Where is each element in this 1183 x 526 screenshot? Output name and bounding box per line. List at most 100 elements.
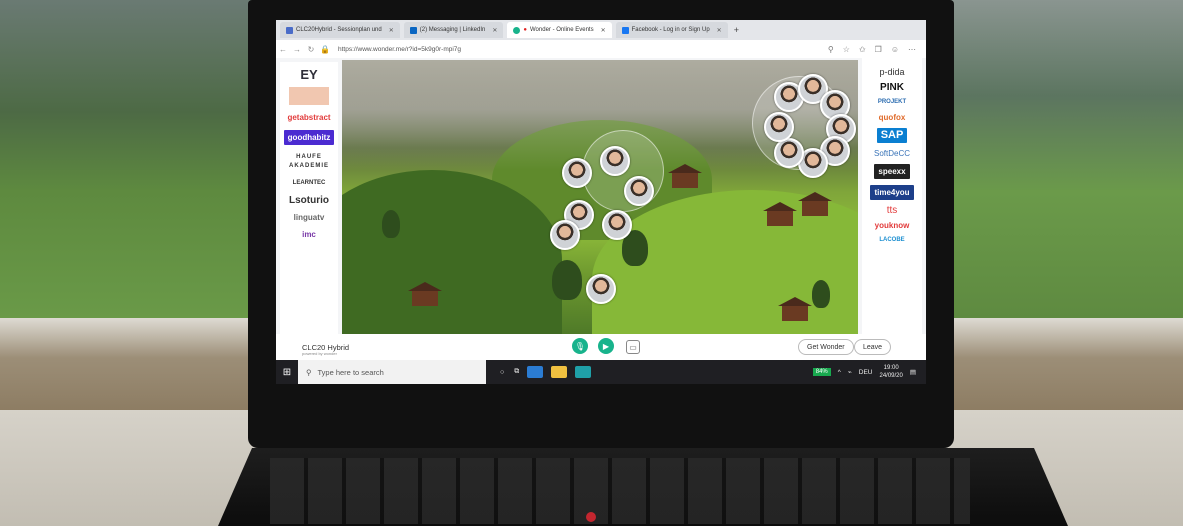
sponsor-logo[interactable]: tts [887, 206, 898, 216]
facebook-icon [621, 26, 629, 34]
avatar[interactable] [764, 112, 794, 142]
new-tab-button[interactable]: + [734, 25, 739, 35]
laptop-screen: CLC20Hybrid - Sessionplan und ✕ (2) Messa… [276, 20, 926, 384]
file-explorer-icon[interactable] [551, 366, 568, 378]
avatar[interactable] [774, 138, 804, 168]
sponsor-logo[interactable]: linguatv [294, 213, 325, 222]
windows-start-icon[interactable]: ⊞ [276, 367, 298, 378]
tab-label: CLC20Hybrid - Sessionplan und [296, 27, 382, 33]
sponsor-logo[interactable]: LACOBE [879, 236, 904, 245]
sponsor-logo[interactable]: Lsoturio [289, 196, 329, 206]
sponsor-logo[interactable]: getabstract [287, 113, 330, 122]
clock-time: 19:00 [883, 365, 899, 371]
house [763, 202, 797, 226]
tree [382, 210, 400, 238]
linkedin-icon [409, 26, 417, 34]
event-map[interactable] [342, 60, 858, 334]
sponsor-logo[interactable]: goodhabitz [283, 130, 335, 145]
doc-icon [286, 26, 293, 34]
sponsor-logo[interactable]: EY [300, 68, 317, 81]
url-field[interactable]: https://www.wonder.me/r?id=5k9g0r-mpi7g [338, 46, 461, 53]
language-indicator[interactable]: DEU [859, 369, 873, 376]
wonder-icon [513, 26, 521, 34]
sponsor-logo[interactable]: imc [302, 230, 316, 239]
avatar[interactable] [624, 176, 654, 206]
tab-label: Wonder - Online Events [530, 27, 594, 33]
close-icon[interactable]: ✕ [492, 27, 497, 34]
forward-icon[interactable]: → [290, 45, 304, 54]
sponsor-logo[interactable]: youknow [875, 221, 910, 230]
avatar[interactable] [600, 146, 630, 176]
collections-icon[interactable]: ❐ [875, 45, 882, 54]
network-icon[interactable]: ⌁ [848, 368, 852, 376]
wonder-app: EY getabstract goodhabitz HAUFE AKADEMIE… [276, 58, 926, 384]
screenshare-icon[interactable]: ▭ [626, 340, 640, 354]
refresh-icon[interactable]: ↻ [304, 45, 318, 54]
browser-tab-bar: CLC20Hybrid - Sessionplan und ✕ (2) Messa… [276, 20, 926, 40]
tab-label: (2) Messaging | LinkedIn [419, 27, 486, 33]
chevron-up-icon[interactable]: ^ [838, 369, 841, 376]
sponsor-column-right: p-dida PINK PROJEKT quofox SAP SoftDeCC … [862, 58, 922, 344]
back-icon[interactable]: ← [276, 45, 290, 54]
search-placeholder: Type here to search [317, 367, 384, 377]
edge-icon[interactable] [575, 366, 592, 378]
sponsor-logo[interactable]: time4you [870, 185, 914, 200]
tree [552, 260, 582, 300]
house [408, 282, 442, 306]
browser-tab[interactable]: CLC20Hybrid - Sessionplan und ✕ [280, 22, 400, 38]
more-icon[interactable]: ⋯ [908, 45, 916, 54]
house [668, 164, 702, 188]
sponsor-logo[interactable]: p-dida [879, 68, 904, 77]
tab-label: Facebook - Log in or Sign Up [631, 27, 710, 33]
sponsor-logo[interactable]: PINK [880, 83, 904, 93]
battery-indicator[interactable]: 84% [812, 368, 831, 376]
leave-button[interactable]: Leave [854, 339, 892, 355]
windows-taskbar: ⊞ ⚲ Type here to search ○ ⧉ 84% ^ ⌁ DEU 1… [276, 360, 926, 384]
favorite-star-icon[interactable]: ☆ [843, 45, 850, 54]
system-tray: 84% ^ ⌁ DEU 19:00 24/09/20 ▤ [812, 364, 926, 380]
sponsor-logo[interactable]: HAUFE AKADEMIE [280, 153, 338, 171]
browser-tab-active[interactable]: ● Wonder - Online Events ✕ [507, 22, 612, 38]
lock-icon: 🔒 [320, 44, 330, 54]
sponsor-logo[interactable]: speexx [874, 164, 910, 179]
taskbar-search[interactable]: ⚲ Type here to search [298, 360, 486, 384]
sponsor-logo[interactable]: LEARNTEC [293, 179, 326, 188]
profile-icon[interactable]: ☺ [891, 45, 899, 54]
task-view-icon[interactable]: ⧉ [514, 368, 519, 376]
favorites-icon[interactable]: ✩ [859, 45, 866, 54]
close-icon[interactable]: ✕ [389, 27, 394, 34]
trackpoint [586, 512, 596, 522]
cortana-icon[interactable]: ○ [500, 369, 504, 376]
search-icon: ⚲ [306, 367, 312, 377]
camera-icon[interactable]: ▶ [598, 338, 614, 354]
close-icon[interactable]: ✕ [717, 27, 722, 34]
window-view-left [0, 0, 260, 320]
clock-date: 24/09/20 [879, 373, 903, 379]
sponsor-logo[interactable]: quofox [879, 113, 906, 122]
house [798, 192, 832, 216]
tree [812, 280, 830, 308]
outlook-icon[interactable] [527, 366, 544, 378]
browser-tab[interactable]: Facebook - Log in or Sign Up ✕ [615, 22, 728, 38]
house [778, 297, 812, 321]
sponsor-logo[interactable]: SoftDeCC [874, 149, 910, 158]
avatar[interactable] [550, 220, 580, 250]
address-bar: ← → ↻ 🔒 https://www.wonder.me/r?id=5k9g0… [276, 40, 926, 59]
clock[interactable]: 19:00 24/09/20 [879, 364, 902, 380]
browser-tab[interactable]: (2) Messaging | LinkedIn ✕ [403, 22, 504, 38]
keyboard-keys [270, 458, 970, 524]
avatar[interactable] [562, 158, 592, 188]
sponsor-column-left: EY getabstract goodhabitz HAUFE AKADEMIE… [280, 62, 338, 342]
sponsor-logo-image[interactable] [289, 87, 329, 105]
avatar[interactable] [602, 210, 632, 240]
key-icon[interactable]: ⚲ [828, 45, 834, 54]
sponsor-logo[interactable]: SAP [876, 128, 908, 143]
avatar[interactable] [586, 274, 616, 304]
microphone-icon[interactable]: 🎙 [572, 338, 588, 354]
get-wonder-button[interactable]: Get Wonder [798, 339, 854, 355]
room-bottom-bar: CLC20 Hybrid powered by wonder 🎙 ▶ ▭ Get… [276, 334, 926, 360]
notifications-icon[interactable]: ▤ [910, 368, 916, 376]
sponsor-logo[interactable]: PROJEKT [878, 98, 906, 107]
powered-by: powered by wonder [302, 351, 337, 356]
close-icon[interactable]: ✕ [601, 27, 606, 34]
